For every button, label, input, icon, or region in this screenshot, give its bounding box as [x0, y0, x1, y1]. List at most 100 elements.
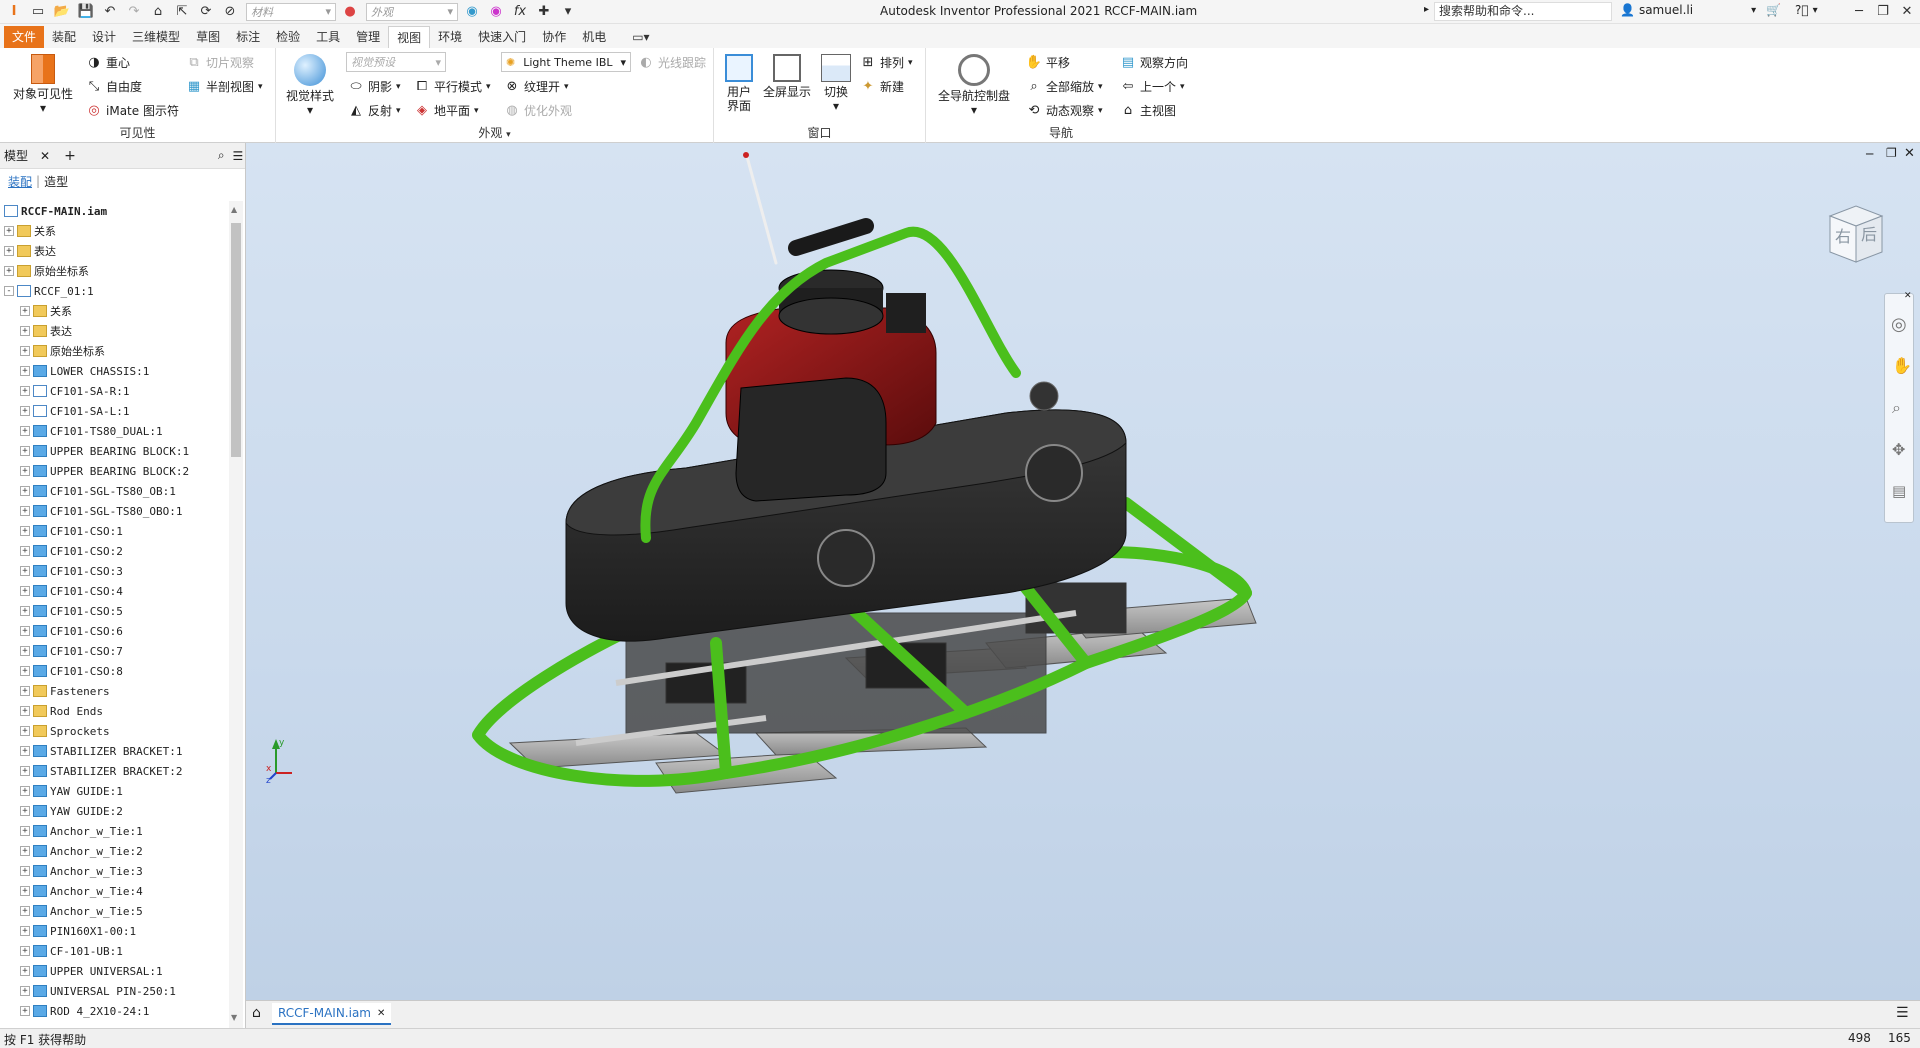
optimize-appearance-button[interactable]: ◍ 优化外观	[504, 102, 572, 119]
steering-wheel-button[interactable]: 全导航控制盘 ▾	[936, 54, 1012, 117]
search-icon[interactable]: ⌕	[218, 148, 225, 163]
tab-collaborate[interactable]: 协作	[534, 26, 574, 48]
tab-design[interactable]: 设计	[84, 26, 124, 48]
inventor-logo-icon[interactable]: I	[4, 2, 24, 22]
tree-node[interactable]: + CF101-CSO:6	[0, 621, 228, 641]
appearance-ball-icon[interactable]: ●	[340, 2, 360, 22]
tree-node[interactable]: + UPPER BEARING BLOCK:2	[0, 461, 228, 481]
3d-model-rccf[interactable]	[246, 143, 1920, 1000]
expand-icon[interactable]: +	[20, 446, 30, 456]
doc-tab-rccf-main[interactable]: RCCF-MAIN.iam ✕	[272, 1003, 392, 1025]
tree-node[interactable]: + CF101-SA-R:1	[0, 381, 228, 401]
tree-node[interactable]: + CF101-CSO:4	[0, 581, 228, 601]
expand-icon[interactable]: +	[20, 406, 30, 416]
tree-node[interactable]: + 表达	[0, 241, 228, 261]
expand-icon[interactable]: +	[20, 966, 30, 976]
appearance-combo[interactable]: 外观 ▾	[366, 2, 458, 21]
tree-node[interactable]: + 关系	[0, 301, 228, 321]
expand-icon[interactable]: +	[20, 566, 30, 576]
dof-button[interactable]: ⤡ 自由度	[86, 78, 142, 95]
fullscreen-button[interactable]: 全屏显示	[762, 54, 812, 99]
clear-appearance-icon[interactable]: ⊘	[220, 2, 240, 22]
expand-icon[interactable]: +	[20, 426, 30, 436]
half-section-button[interactable]: ▦ 半剖视图 ▾	[186, 78, 263, 95]
expand-icon[interactable]: +	[20, 326, 30, 336]
help-search-input[interactable]: 搜索帮助和命令...	[1434, 2, 1612, 21]
minimize-icon[interactable]: ─	[1846, 2, 1872, 22]
tab-options-icon[interactable]: ▭▾	[624, 26, 657, 48]
expand-icon[interactable]: +	[20, 666, 30, 676]
reflection-button[interactable]: ◭ 反射 ▾	[348, 102, 401, 119]
select-icon[interactable]: ⇱	[172, 2, 192, 22]
menu-icon[interactable]: ☰	[1896, 1005, 1909, 1021]
expand-icon[interactable]: +	[20, 506, 30, 516]
expand-icon[interactable]: +	[20, 926, 30, 936]
close-icon[interactable]: ✕	[1894, 2, 1920, 22]
help-icon[interactable]: ?⃝	[1795, 3, 1809, 17]
tab-environments[interactable]: 环境	[430, 26, 470, 48]
home-icon[interactable]: ⌂	[252, 1005, 261, 1021]
expand-icon[interactable]: +	[20, 386, 30, 396]
tree-node[interactable]: + Anchor_w_Tie:5	[0, 901, 228, 921]
new-file-icon[interactable]: ▭	[28, 2, 48, 22]
tree-node[interactable]: + Rod Ends	[0, 701, 228, 721]
tree-node[interactable]: + UPPER UNIVERSAL:1	[0, 961, 228, 981]
expand-icon[interactable]: +	[20, 986, 30, 996]
object-visibility-button[interactable]: 对象可见性 ▾	[8, 54, 78, 115]
scroll-up-icon[interactable]: ▲	[231, 205, 237, 214]
tree-node[interactable]: + CF101-SA-L:1	[0, 401, 228, 421]
tree-node[interactable]: + CF101-CSO:7	[0, 641, 228, 661]
new-window-button[interactable]: ✦ 新建	[860, 78, 904, 95]
expand-icon[interactable]: +	[20, 646, 30, 656]
cart-icon[interactable]: 🛒	[1766, 3, 1781, 17]
expand-icon[interactable]: +	[20, 306, 30, 316]
tree-node[interactable]: + ROD 4_2X10-24:1	[0, 1001, 228, 1021]
tab-view[interactable]: 视图	[388, 26, 431, 48]
browser-tab-model[interactable]: 模型	[4, 147, 28, 164]
save-icon[interactable]: 💾	[76, 2, 96, 22]
shadows-button[interactable]: ⬭ 阴影 ▾	[348, 78, 400, 95]
tree-node[interactable]: + 原始坐标系	[0, 261, 228, 281]
panel-title-appearance[interactable]: 外观 ▾	[276, 124, 713, 141]
tree-node[interactable]: + CF101-CSO:3	[0, 561, 228, 581]
collapse-icon[interactable]: -	[4, 286, 14, 296]
tree-node[interactable]: + YAW GUIDE:2	[0, 801, 228, 821]
tree-node[interactable]: + CF101-TS80_DUAL:1	[0, 421, 228, 441]
visual-style-button[interactable]: 视觉样式 ▾	[284, 54, 336, 117]
expand-icon[interactable]: +	[20, 826, 30, 836]
ground-plane-button[interactable]: ◈ 地平面 ▾	[414, 102, 479, 119]
home-view-button[interactable]: ⌂ 主视图	[1120, 102, 1176, 119]
redo-icon[interactable]: ↷	[124, 2, 144, 22]
tree-node[interactable]: + Fasteners	[0, 681, 228, 701]
tree-node[interactable]: + STABILIZER BRACKET:1	[0, 741, 228, 761]
expand-icon[interactable]: +	[20, 866, 30, 876]
expand-icon[interactable]: +	[20, 726, 30, 736]
browser-scrollbar[interactable]: ▲ ▼	[229, 201, 243, 1028]
expand-icon[interactable]: +	[20, 906, 30, 916]
tree-node[interactable]: RCCF-MAIN.iam	[0, 201, 228, 221]
home-icon[interactable]: ⌂	[148, 2, 168, 22]
tab-file[interactable]: 文件	[4, 26, 45, 48]
adjust-icon[interactable]: ◉	[486, 2, 506, 22]
tree-node[interactable]: + Anchor_w_Tie:2	[0, 841, 228, 861]
expand-icon[interactable]: +	[4, 266, 14, 276]
expand-icon[interactable]: +	[4, 246, 14, 256]
expand-icon[interactable]: +	[20, 746, 30, 756]
mode-modeling[interactable]: 造型	[44, 173, 68, 190]
tab-manage[interactable]: 管理	[348, 26, 388, 48]
expand-icon[interactable]: +	[20, 606, 30, 616]
tab-tools[interactable]: 工具	[308, 26, 348, 48]
expand-icon[interactable]: +	[20, 946, 30, 956]
tree-node[interactable]: + PIN160X1-00:1	[0, 921, 228, 941]
plus-icon[interactable]: ✚	[534, 2, 554, 22]
tree-node[interactable]: + YAW GUIDE:1	[0, 781, 228, 801]
user-menu[interactable]: 👤 samuel.li ▾ 🛒 ?⃝ ▾	[1620, 3, 1818, 17]
expand-icon[interactable]: +	[20, 886, 30, 896]
user-interface-button[interactable]: 用户界面	[722, 54, 756, 113]
orbit-button[interactable]: ⟲ 动态观察 ▾	[1026, 102, 1103, 119]
expand-icon[interactable]: +	[20, 526, 30, 536]
lighting-style-combo[interactable]: ✺ Light Theme IBL ▾	[501, 52, 631, 72]
tree-node[interactable]: + Anchor_w_Tie:1	[0, 821, 228, 841]
tree-node[interactable]: + CF101-CSO:1	[0, 521, 228, 541]
mode-assembly[interactable]: 装配	[8, 173, 32, 190]
